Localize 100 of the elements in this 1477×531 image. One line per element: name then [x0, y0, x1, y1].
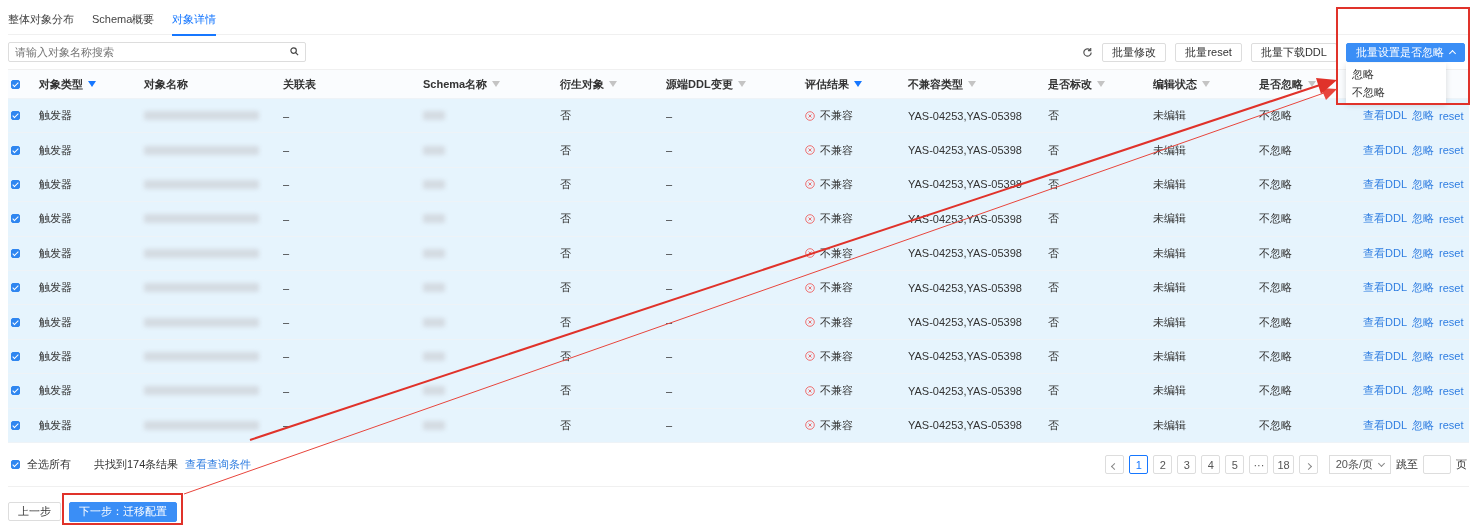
table-cell: 否 — [560, 176, 571, 192]
checkbox[interactable] — [11, 420, 20, 430]
table-cell: 未编辑 — [1153, 383, 1186, 399]
table-row[interactable]: 触发器 – 否 – 不兼容 YAS-04253,YAS-05398 否 未编辑 不忽略 查看DDL 忽略 reset — [8, 408, 1469, 443]
toolbar-button[interactable]: 批量下载DDL — [1250, 42, 1337, 62]
menu-item[interactable]: 忽略 — [1345, 64, 1446, 83]
action-link[interactable]: 忽略 — [1412, 108, 1434, 124]
search-field[interactable]: 请输入对象名称搜索 — [8, 42, 306, 62]
table-cell: – — [666, 144, 673, 157]
table-cell: 触发器 — [39, 108, 72, 124]
action-link[interactable]: 查看DDL — [1363, 142, 1407, 158]
blurred-text — [423, 386, 445, 396]
page-button[interactable]: 3 — [1177, 455, 1197, 475]
table-cell: 触发器 — [39, 383, 72, 399]
table-cell: 未编辑 — [1153, 211, 1186, 227]
table-cell: – — [283, 247, 290, 260]
blurred-text — [423, 248, 445, 258]
filter-icon[interactable] — [88, 81, 96, 87]
page-button[interactable]: 5 — [1225, 455, 1245, 475]
checkbox[interactable] — [11, 248, 20, 258]
table-cell: 否 — [560, 314, 571, 330]
action-link[interactable]: 忽略 — [1412, 348, 1434, 364]
action-link[interactable]: reset — [1439, 350, 1464, 363]
action-link[interactable]: 忽略 — [1412, 383, 1434, 399]
action-link[interactable]: 查看DDL — [1363, 211, 1407, 227]
error-icon — [805, 248, 815, 259]
action-link[interactable]: reset — [1439, 281, 1464, 294]
action-link[interactable]: 忽略 — [1412, 211, 1434, 227]
action-link[interactable]: reset — [1439, 178, 1464, 191]
action-link[interactable]: reset — [1439, 384, 1464, 397]
action-link[interactable]: reset — [1439, 316, 1464, 329]
page-size-select[interactable]: 20条/页 — [1328, 455, 1391, 475]
table-cell: 不忽略 — [1259, 280, 1292, 296]
column-header: 是否标改 — [1048, 76, 1092, 92]
checkbox[interactable] — [11, 79, 20, 89]
table-row[interactable]: 触发器 – 否 – 不兼容 YAS-04253,YAS-05398 否 未编辑 不忽略 查看DDL 忽略 reset — [8, 167, 1469, 203]
table-cell: 不兼容 — [820, 108, 853, 124]
checkbox[interactable] — [11, 145, 20, 155]
checkbox[interactable] — [11, 317, 20, 327]
table-cell: – — [283, 178, 290, 191]
toolbar-button[interactable]: 批量修改 — [1102, 42, 1167, 62]
next-step-button[interactable]: 下一步：迁移配置 — [69, 501, 177, 522]
action-link[interactable]: 忽略 — [1412, 176, 1434, 192]
page-button[interactable]: 18 — [1273, 455, 1294, 475]
page-button[interactable]: ··· — [1249, 455, 1269, 475]
action-link[interactable]: 忽略 — [1412, 280, 1434, 296]
table-cell: 否 — [1048, 245, 1059, 261]
table-cell: – — [666, 419, 673, 432]
table-row[interactable]: 触发器 – 否 – 不兼容 YAS-04253,YAS-05398 否 未编辑 不忽略 查看DDL 忽略 reset — [8, 305, 1469, 340]
page-button[interactable]: 4 — [1201, 455, 1221, 475]
table-cell: – — [283, 316, 290, 329]
action-link[interactable]: 查看DDL — [1363, 417, 1407, 433]
table-row[interactable]: 触发器 – 否 – 不兼容 YAS-04253,YAS-05398 否 未编辑 不忽略 查看DDL 忽略 reset — [8, 270, 1469, 306]
table-cell: 未编辑 — [1153, 280, 1186, 296]
filter-icon[interactable] — [1308, 81, 1316, 87]
table-cell: YAS-04253,YAS-05398 — [908, 316, 1022, 329]
table-cell: 否 — [560, 383, 571, 399]
action-link[interactable]: 查看DDL — [1363, 348, 1407, 364]
action-link[interactable]: reset — [1439, 212, 1464, 225]
action-link[interactable]: 忽略 — [1412, 142, 1434, 158]
action-link[interactable]: 查看DDL — [1363, 280, 1407, 296]
table-cell: 否 — [560, 108, 571, 124]
toolbar-button[interactable]: 批量reset — [1175, 42, 1242, 62]
query-link[interactable]: 查看查询条件 — [185, 457, 252, 473]
action-link[interactable]: 忽略 — [1412, 314, 1434, 330]
action-link[interactable]: reset — [1439, 144, 1464, 157]
action-link[interactable]: 忽略 — [1412, 417, 1434, 433]
table-cell: YAS-04253,YAS-05398 — [908, 419, 1022, 432]
page-button[interactable]: 1 — [1129, 455, 1149, 475]
refresh-icon[interactable] — [1082, 46, 1094, 58]
action-link[interactable]: reset — [1439, 419, 1464, 432]
action-link[interactable]: reset — [1439, 109, 1464, 122]
tab[interactable]: 整体对象分布 — [8, 4, 74, 36]
page-input[interactable] — [1423, 455, 1451, 475]
dropdown-button[interactable]: 批量设置是否忽略 — [1345, 42, 1465, 62]
prev-step-button[interactable]: 上一步 — [8, 502, 61, 522]
tab[interactable]: Schema概要 — [92, 4, 155, 36]
checkbox[interactable] — [11, 460, 20, 470]
filter-icon[interactable] — [854, 81, 862, 87]
menu-item[interactable]: 不忽略 — [1345, 82, 1446, 101]
action-link[interactable]: 查看DDL — [1363, 314, 1407, 330]
blurred-text — [423, 420, 445, 430]
table-cell: 否 — [560, 142, 571, 158]
action-link[interactable]: reset — [1439, 247, 1464, 260]
table-cell: – — [283, 109, 290, 122]
action-link[interactable]: 查看DDL — [1363, 383, 1407, 399]
page-button[interactable]: 2 — [1153, 455, 1173, 475]
checkbox[interactable] — [11, 214, 20, 224]
checkbox[interactable] — [11, 111, 20, 121]
table-row[interactable]: 触发器 – 否 – 不兼容 YAS-04253,YAS-05398 否 未编辑 不忽略 查看DDL 忽略 reset — [8, 374, 1469, 409]
action-link[interactable]: 查看DDL — [1363, 108, 1407, 124]
action-link[interactable]: 忽略 — [1412, 245, 1434, 261]
table-cell: 触发器 — [39, 314, 72, 330]
action-link[interactable]: 查看DDL — [1363, 245, 1407, 261]
checkbox[interactable] — [11, 351, 20, 361]
action-link[interactable]: 查看DDL — [1363, 176, 1407, 192]
checkbox[interactable] — [11, 179, 20, 189]
checkbox[interactable] — [11, 386, 20, 396]
checkbox[interactable] — [11, 283, 20, 293]
tab[interactable]: 对象详情 — [172, 4, 217, 36]
